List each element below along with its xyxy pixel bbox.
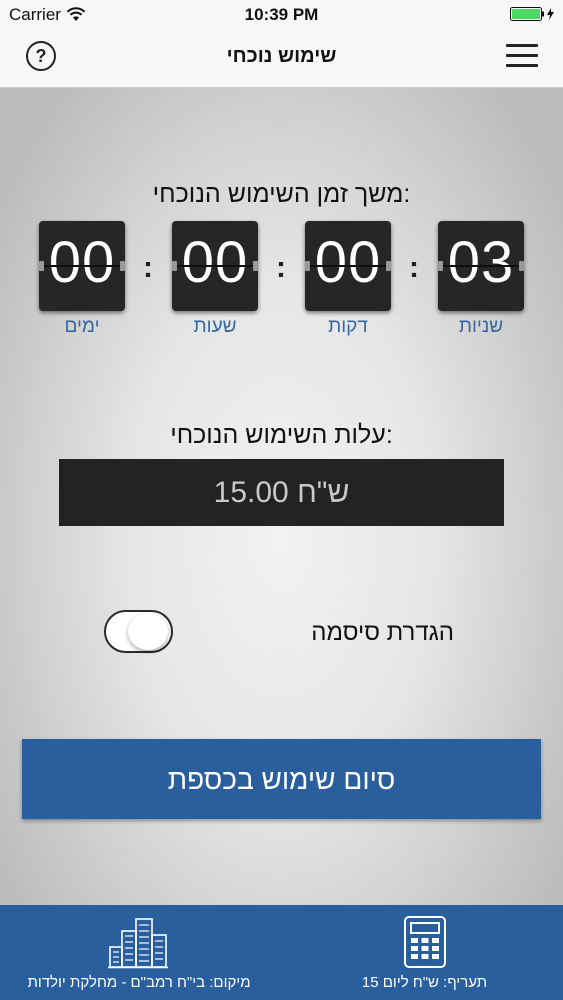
- location-text: מיקום: בי"ח רמב"ם - מחלקת יולדות: [27, 974, 251, 991]
- nav-bar: ? שימוש נוכחי: [0, 30, 563, 88]
- time-separator: :: [276, 251, 286, 284]
- flip-notch: [386, 261, 391, 271]
- flip-notch: [253, 261, 258, 271]
- flip-divider: [172, 265, 258, 267]
- minutes-flip-counter: 00: [305, 221, 391, 311]
- menu-icon-bar: [506, 64, 538, 67]
- seconds-label: שניות: [458, 316, 504, 337]
- cost-title: עלות השימוש הנוכחי:: [170, 421, 393, 449]
- flip-divider: [438, 265, 524, 267]
- main-content: משך זמן השימוש הנוכחי: 00 : 00 : 00 : 03…: [0, 88, 563, 905]
- calculator-icon: [404, 916, 446, 968]
- page-title: שימוש נוכחי: [226, 45, 337, 67]
- finish-usage-button[interactable]: סיום שימוש בכספת: [22, 739, 541, 819]
- cost-value: 15.00 ש"ח: [213, 476, 350, 509]
- buildings-icon: [108, 918, 168, 969]
- rate-text: תעריף: ש"ח ליום 15: [361, 974, 488, 991]
- seconds-flip-counter: 03: [438, 221, 524, 311]
- flip-divider: [39, 265, 125, 267]
- flip-notch: [120, 261, 125, 271]
- time-separator: :: [409, 251, 419, 284]
- days-value: 00: [48, 230, 116, 295]
- minutes-value: 00: [314, 230, 382, 295]
- seconds-value: 03: [447, 230, 515, 295]
- days-label: ימים: [64, 316, 100, 337]
- status-bar: Carrier 10:39 PM: [0, 0, 563, 30]
- status-time: 10:39 PM: [244, 5, 319, 24]
- flip-notch: [172, 261, 177, 271]
- flip-notch: [519, 261, 524, 271]
- menu-icon-bar: [506, 44, 538, 47]
- cost-display: 15.00 ש"ח: [59, 459, 504, 526]
- battery-icon: [510, 7, 554, 21]
- hours-flip-counter: 00: [172, 221, 258, 311]
- toggle-knob: [128, 613, 168, 650]
- menu-icon[interactable]: [506, 42, 538, 70]
- password-setting-label: הגדרת סיסמה: [311, 619, 454, 646]
- flip-divider: [305, 265, 391, 267]
- menu-icon-bar: [506, 54, 538, 57]
- flip-notch: [39, 261, 44, 271]
- hours-label: שעות: [193, 316, 237, 337]
- time-separator: :: [143, 251, 153, 284]
- minutes-label: דקות: [328, 316, 368, 337]
- timer-title: משך זמן השימוש הנוכחי:: [152, 180, 411, 208]
- flip-notch: [438, 261, 443, 271]
- days-flip-counter: 00: [39, 221, 125, 311]
- password-toggle[interactable]: [104, 610, 173, 653]
- bottom-bar: מיקום: בי"ח רמב"ם - מחלקת יולדות תעריף: …: [0, 905, 563, 1000]
- flip-notch: [305, 261, 310, 271]
- finish-usage-label: סיום שימוש בכספת: [167, 764, 396, 795]
- hours-value: 00: [181, 230, 249, 295]
